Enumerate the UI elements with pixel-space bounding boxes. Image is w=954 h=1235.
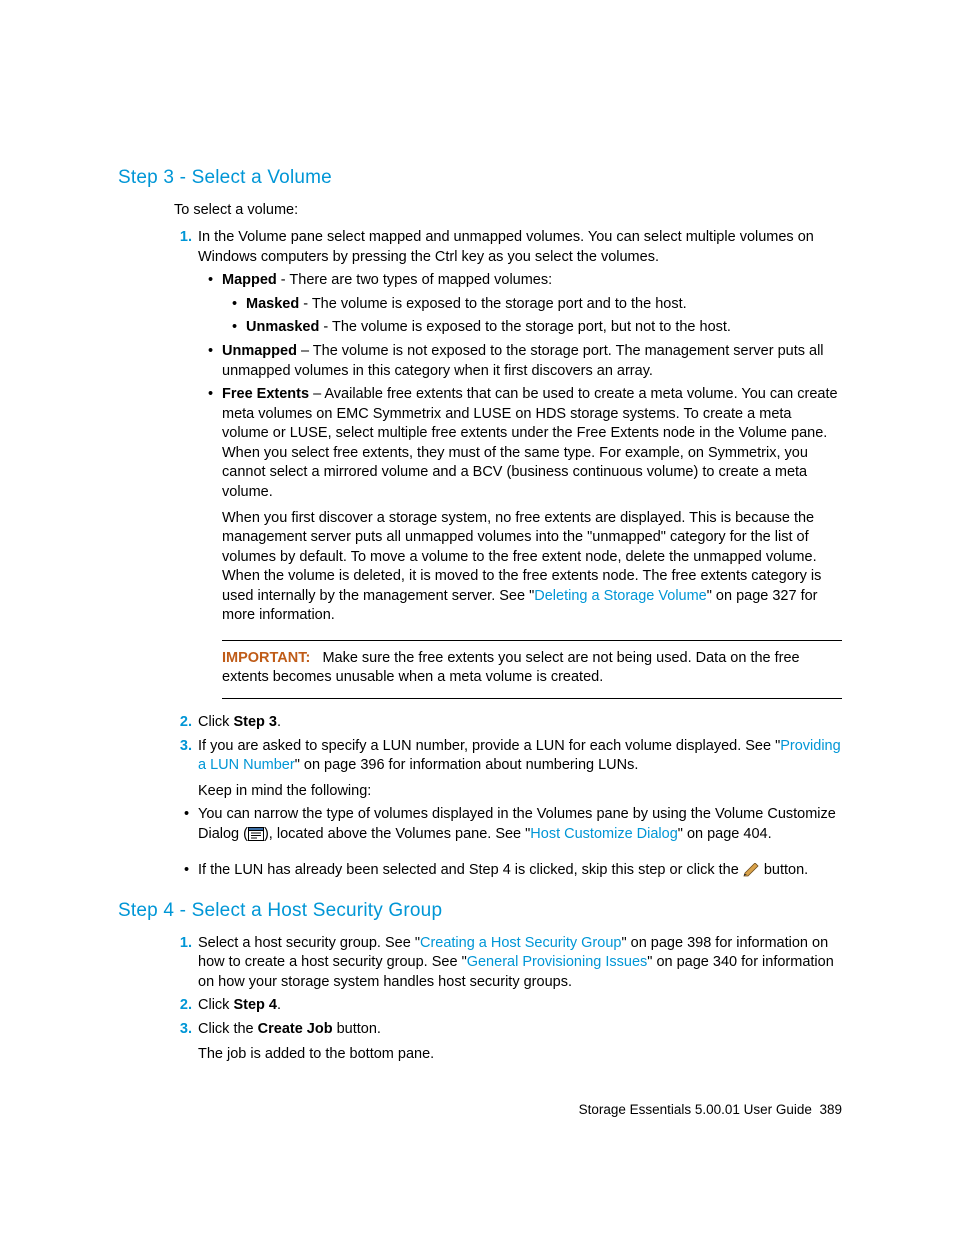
link-deleting-storage-volume[interactable]: Deleting a Storage Volume (534, 588, 707, 604)
body-text: If you are asked to specify a LUN number… (198, 738, 780, 754)
step3-item-2: Click Step 3. (196, 713, 842, 733)
body-text: Select a host security group. See " (198, 935, 420, 951)
masked-text: - The volume is exposed to the storage p… (299, 296, 686, 312)
lun-selected-note: If the LUN has already been selected and… (198, 861, 842, 884)
create-job-label: Create Job (258, 1021, 333, 1037)
link-host-customize-dialog[interactable]: Host Customize Dialog (530, 826, 677, 842)
step4-item-1: Select a host security group. See "Creat… (196, 934, 842, 993)
important-label: IMPORTANT: (222, 650, 310, 666)
step3-item-1: In the Volume pane select mapped and unm… (196, 228, 842, 699)
body-text: . (277, 714, 281, 730)
free-extents-label: Free Extents (222, 386, 309, 402)
body-text: . (277, 997, 281, 1013)
body-text: button. (333, 1021, 381, 1037)
step4-label: Step 4 (233, 997, 277, 1013)
step3-heading: Step 3 - Select a Volume (118, 165, 842, 191)
step3-item-3: If you are asked to specify a LUN number… (196, 737, 842, 802)
link-general-provisioning-issues[interactable]: General Provisioning Issues (467, 954, 648, 970)
step3-intro: To select a volume: (174, 201, 842, 221)
body-text: Click the (198, 1021, 258, 1037)
mapped-item: Mapped - There are two types of mapped v… (222, 271, 842, 338)
step3-label: Step 3 (233, 714, 277, 730)
free-extents-para2: When you first discover a storage system… (222, 509, 842, 626)
footer-page-number: 389 (819, 1102, 842, 1117)
footer-title: Storage Essentials 5.00.01 User Guide (579, 1102, 812, 1117)
body-text: button. (760, 862, 808, 878)
free-extents-item: Free Extents – Available free extents th… (222, 385, 842, 699)
important-callout: IMPORTANT: Make sure the free extents yo… (222, 640, 842, 699)
mapped-label: Mapped (222, 272, 277, 288)
unmapped-label: Unmapped (222, 343, 297, 359)
body-text: ), located above the Volumes pane. See " (264, 826, 530, 842)
masked-label: Masked (246, 296, 299, 312)
page-footer: Storage Essentials 5.00.01 User Guide 38… (118, 1101, 842, 1119)
body-text: Click (198, 714, 233, 730)
unmapped-text: – The volume is not exposed to the stora… (222, 343, 824, 379)
step4-item-3: Click the Create Job button. The job is … (196, 1020, 842, 1065)
volume-types-list: Mapped - There are two types of mapped v… (198, 271, 842, 699)
narrow-volumes-note: You can narrow the type of volumes displ… (198, 805, 842, 847)
free-extents-text: – Available free extents that can be use… (222, 386, 838, 500)
body-text: If the LUN has already been selected and… (198, 862, 743, 878)
step4-item-2: Click Step 4. (196, 996, 842, 1016)
body-text: " on page 396 for information about numb… (295, 757, 639, 773)
job-added-text: The job is added to the bottom pane. (198, 1045, 842, 1065)
mapped-text: - There are two types of mapped volumes: (277, 272, 552, 288)
unmasked-label: Unmasked (246, 319, 319, 335)
keep-in-mind: Keep in mind the following: (198, 782, 842, 802)
link-creating-host-security-group[interactable]: Creating a Host Security Group (420, 935, 621, 951)
step3-notes-list: You can narrow the type of volumes displ… (174, 805, 842, 884)
unmasked-text: - The volume is exposed to the storage p… (319, 319, 731, 335)
unmasked-item: Unmasked - The volume is exposed to the … (246, 318, 842, 338)
body-text: Click (198, 997, 233, 1013)
step4-list: Select a host security group. See "Creat… (174, 934, 842, 1065)
body-text: In the Volume pane select mapped and unm… (198, 229, 814, 265)
document-page: Step 3 - Select a Volume To select a vol… (0, 0, 954, 1199)
mapped-sublist: Masked - The volume is exposed to the st… (222, 295, 842, 338)
edit-pencil-icon (743, 863, 760, 884)
unmapped-item: Unmapped – The volume is not exposed to … (222, 342, 842, 381)
masked-item: Masked - The volume is exposed to the st… (246, 295, 842, 315)
customize-dialog-icon (248, 827, 264, 848)
body-text: " on page 404. (678, 826, 772, 842)
step3-list: In the Volume pane select mapped and unm… (174, 228, 842, 801)
step4-heading: Step 4 - Select a Host Security Group (118, 898, 842, 924)
